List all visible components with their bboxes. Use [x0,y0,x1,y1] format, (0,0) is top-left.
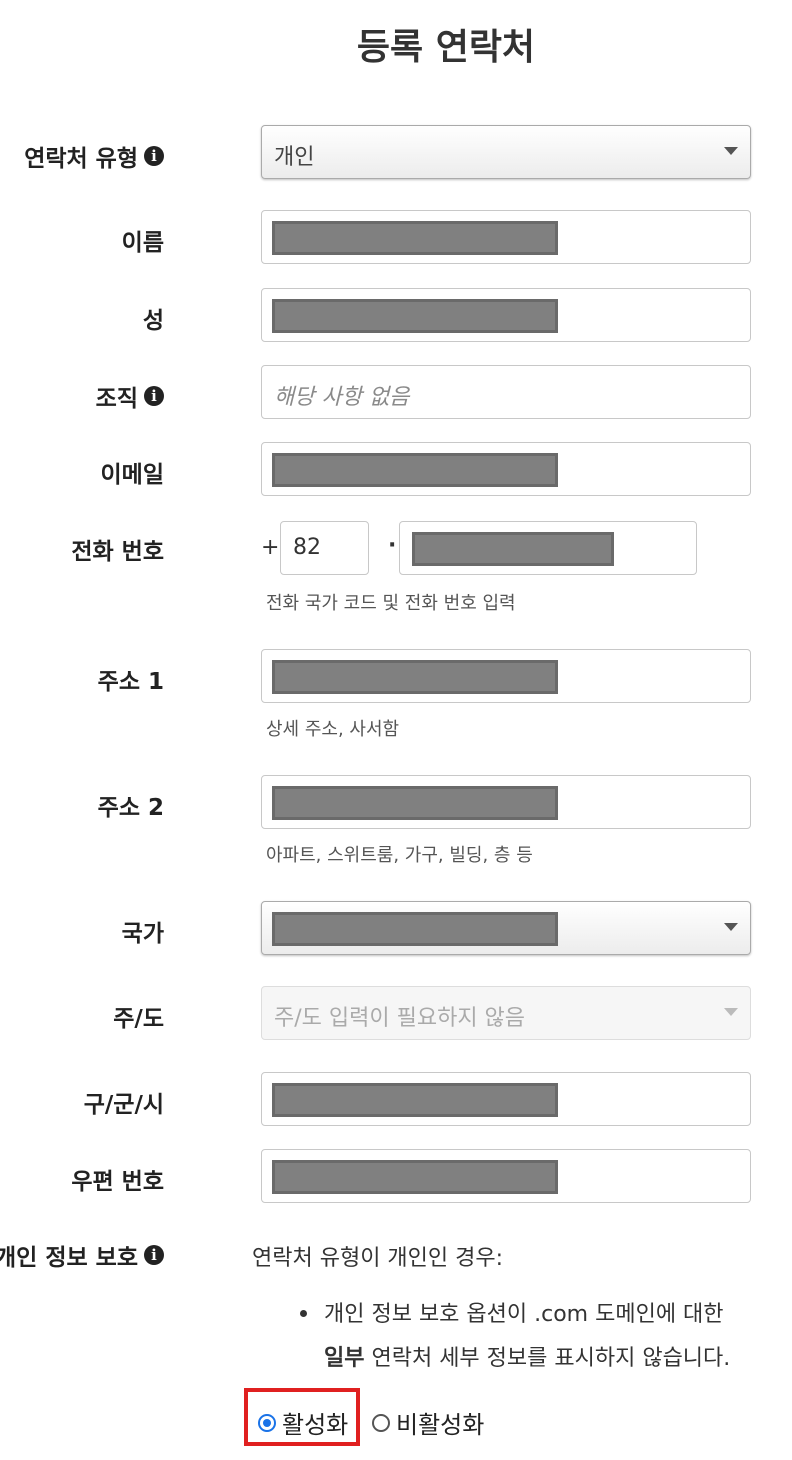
phone-separator: · [388,533,397,558]
organization-placeholder: 해당 사항 없음 [274,385,410,410]
page-title: 등록 연락처 [356,27,536,68]
privacy-intro: 연락처 유형이 개인인 경우: [252,1246,504,1271]
redacted-value [272,221,558,255]
address1-hint: 상세 주소, 사서함 [266,719,400,740]
redacted-value [272,1083,558,1117]
radio-disable[interactable]: 비활성화 [372,1405,484,1440]
redacted-value [272,786,558,820]
redacted-value [272,299,558,333]
last-name-input[interactable] [261,288,751,342]
chevron-down-icon [724,923,738,931]
redacted-value [272,912,558,946]
organization-label: 조직 i [96,379,164,413]
phone-number-input[interactable] [399,521,697,575]
email-input[interactable] [261,442,751,496]
first-name-input[interactable] [261,210,751,264]
redacted-value [412,532,614,566]
bullet-icon [300,1310,307,1317]
contact-type-select[interactable]: 개인 [261,125,751,179]
city-input[interactable] [261,1072,751,1126]
radio-unchecked-icon[interactable] [372,1413,390,1432]
info-icon[interactable]: i [144,386,164,406]
email-label: 이메일 [100,462,164,488]
chevron-down-icon [724,1008,738,1016]
redacted-value [272,660,558,694]
address2-hint: 아파트, 스위트룸, 가구, 빌딩, 층 등 [266,845,533,866]
address1-label: 주소 1 [97,669,164,695]
postal-code-label: 우편 번호 [71,1169,164,1195]
info-icon[interactable]: i [144,1245,164,1265]
redacted-value [272,1160,558,1194]
state-select[interactable]: 주/도 입력이 필요하지 않음 [261,986,751,1040]
city-label: 구/군/시 [83,1092,164,1118]
address1-input[interactable] [261,649,751,703]
radio-enable[interactable]: 활성화 [258,1405,348,1440]
postal-code-input[interactable] [261,1149,751,1203]
contact-type-label: 연락처 유형 i [24,139,164,173]
country-label: 국가 [121,921,164,947]
country-code-input[interactable]: 82 [280,521,369,575]
address2-input[interactable] [261,775,751,829]
country-select[interactable] [261,901,751,955]
info-icon[interactable]: i [144,146,164,166]
chevron-down-icon [724,147,738,155]
redacted-value [272,453,558,487]
phone-hint: 전화 국가 코드 및 전화 번호 입력 [266,593,516,614]
organization-input[interactable]: 해당 사항 없음 [261,365,751,419]
privacy-label: 개인 정보 보호 i [0,1238,164,1272]
phone-label: 전화 번호 [71,539,164,565]
bold-text: 일부 [324,1346,365,1371]
radio-checked-icon[interactable] [258,1413,276,1432]
phone-plus: + [261,535,280,560]
address2-label: 주소 2 [97,795,164,821]
last-name-label: 성 [142,308,164,334]
state-label: 주/도 [113,1006,164,1032]
first-name-label: 이름 [121,230,164,256]
